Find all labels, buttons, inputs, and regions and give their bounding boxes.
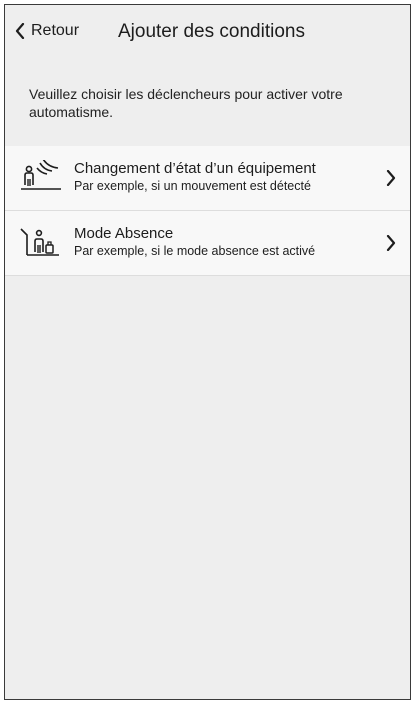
conditions-list: Changement d’état d’un équipement Par ex… bbox=[5, 146, 410, 276]
condition-title: Mode Absence bbox=[74, 225, 174, 242]
away-mode-icon bbox=[19, 225, 63, 261]
condition-device-state-change[interactable]: Changement d’état d’un équipement Par ex… bbox=[5, 146, 410, 211]
back-label: Retour bbox=[31, 22, 80, 39]
chevron-left-icon bbox=[15, 23, 25, 39]
condition-title: Changement d’état d’un équipement bbox=[74, 160, 316, 177]
chevron-right-icon bbox=[386, 170, 396, 186]
motion-sensor-icon bbox=[19, 160, 63, 196]
app-screen: Retour Ajouter des conditions Veuillez c… bbox=[4, 4, 411, 700]
page-title: Ajouter des conditions bbox=[118, 21, 305, 42]
condition-subtitle: Par exemple, si un mouvement est détecté bbox=[74, 179, 311, 193]
intro-text: Veuillez choisir les déclencheurs pour a… bbox=[29, 86, 343, 120]
condition-subtitle: Par exemple, si le mode absence est acti… bbox=[74, 244, 316, 258]
back-button[interactable]: Retour bbox=[15, 22, 79, 40]
chevron-right-icon bbox=[386, 235, 396, 251]
header: Retour Ajouter des conditions bbox=[5, 5, 410, 57]
condition-away-mode[interactable]: Mode Absence Par exemple, si le mode abs… bbox=[5, 211, 410, 276]
